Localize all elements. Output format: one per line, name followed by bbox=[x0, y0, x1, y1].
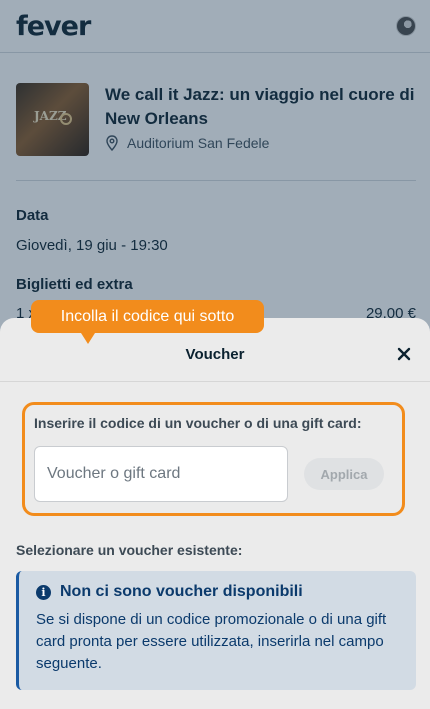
info-icon: i bbox=[36, 584, 51, 600]
paste-code-tooltip: Incolla il codice qui sotto bbox=[31, 300, 264, 333]
no-vouchers-info-box: i Non ci sono voucher disponibili Se si … bbox=[16, 571, 416, 690]
close-icon bbox=[397, 347, 411, 361]
voucher-bottom-sheet: Voucher Inserire il codice di un voucher… bbox=[0, 318, 430, 709]
info-title-row: i Non ci sono voucher disponibili bbox=[36, 583, 402, 601]
info-text: Se si dispone di un codice promozionale … bbox=[36, 611, 387, 672]
existing-voucher-label: Selezionare un voucher esistente: bbox=[16, 542, 243, 558]
apply-button[interactable]: Applica bbox=[304, 458, 384, 490]
sheet-title: Voucher bbox=[185, 346, 245, 363]
info-title: Non ci sono voucher disponibili bbox=[60, 583, 303, 600]
voucher-code-label: Inserire il codice di un voucher o di un… bbox=[34, 415, 362, 431]
close-button[interactable] bbox=[394, 344, 414, 364]
tooltip-arrow bbox=[81, 333, 95, 344]
voucher-code-input[interactable] bbox=[34, 446, 288, 502]
